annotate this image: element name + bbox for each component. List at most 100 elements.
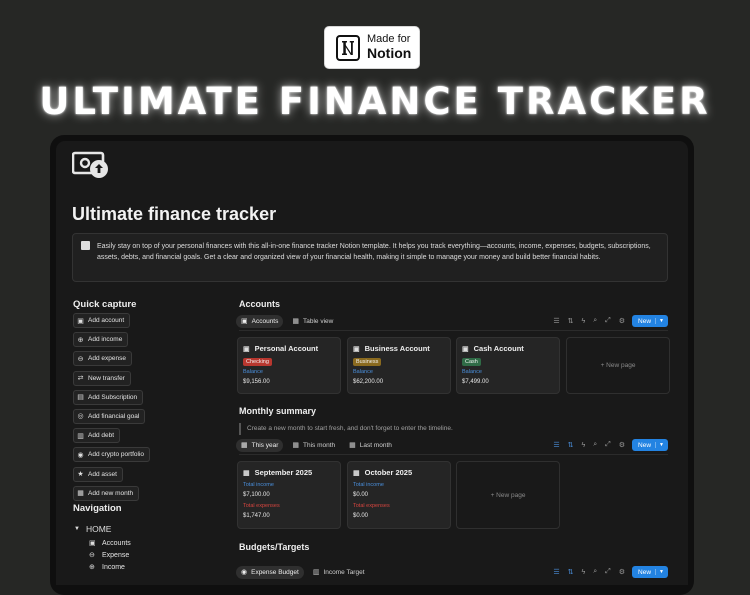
monthly-summary-heading: Monthly summary (239, 406, 317, 416)
accounts-heading: Accounts (239, 299, 281, 309)
add-financial-goal-button[interactable]: ◎ Add financial goal (73, 408, 146, 424)
total-income-label: Total income (243, 482, 274, 488)
expand-icon[interactable]: ⤢ (605, 568, 611, 576)
navigation-tree: ▼ HOME ▣ Accounts ⊖ Expense ⊕ Income (74, 524, 131, 575)
settings-icon[interactable]: ⚙ (619, 317, 625, 325)
tab-this-month[interactable]: ▦ This month (287, 439, 340, 452)
add-debt-button[interactable]: ▥ Add debt (73, 428, 121, 444)
tab-expense-budget[interactable]: ◉ Expense Budget (236, 565, 304, 579)
add-asset-button[interactable]: ★ Add asset (73, 466, 123, 482)
total-income-value: $7,100.00 (243, 492, 270, 498)
expand-icon[interactable]: ⤢ (605, 317, 611, 325)
add-expense-button[interactable]: ⊖ Add expense (73, 351, 132, 367)
search-icon[interactable]: ⌕ (593, 568, 597, 576)
wallet-icon: ▣ (462, 345, 469, 353)
monthly-divider (239, 454, 668, 455)
transfer-icon: ⇄ (77, 375, 84, 383)
balance-label: Balance (353, 369, 373, 375)
filter-icon[interactable]: ☰ (553, 317, 559, 325)
monthly-new-button[interactable]: New ▼ (632, 439, 668, 451)
chevron-down-icon[interactable]: ▼ (655, 442, 664, 448)
tab-accounts[interactable]: ▣ Accounts (236, 314, 284, 328)
account-type-tag: Business (353, 358, 382, 366)
calendar-icon: ▦ (241, 442, 248, 449)
search-icon[interactable]: ⌕ (593, 441, 597, 449)
monthly-toolbar: ▦ This year ▦ This month ▦ Last month ☰ ⇅ ϟ… (236, 438, 668, 452)
subscription-icon: ▤ (77, 394, 84, 402)
tab-last-month[interactable]: ▦ Last month (344, 439, 397, 452)
balance-value: $62,200.00 (353, 379, 384, 385)
hero-title: ULTIMATE FINANCE TRACKER (39, 80, 711, 123)
total-expenses-value: $0.00 (353, 513, 369, 519)
expand-icon[interactable]: ⤢ (605, 441, 611, 449)
account-card[interactable]: ▣ Personal Account Checking Balance $9,15… (237, 337, 341, 394)
monthly-note: Create a new month to start fresh, and d… (239, 423, 453, 435)
sort-icon[interactable]: ⇅ (568, 441, 574, 449)
settings-icon[interactable]: ⚙ (619, 568, 625, 576)
account-card[interactable]: ▣ Business Account Business Balance $62,2… (347, 337, 451, 394)
nav-home[interactable]: ▼ HOME (74, 524, 131, 534)
account-card[interactable]: ▣ Cash Account Cash Balance $7,499.00 (456, 337, 560, 394)
nav-item-income[interactable]: ⊕ Income (89, 563, 131, 572)
balance-label: Balance (462, 369, 482, 375)
made-for-notion-badge: Made for Notion (324, 26, 420, 69)
wallet-icon: ▣ (353, 345, 360, 353)
tab-income-target[interactable]: ▥ Income Target (308, 566, 370, 579)
accounts-divider (239, 330, 668, 331)
expense-icon: ⊖ (89, 552, 95, 559)
sort-icon[interactable]: ⇅ (568, 317, 574, 325)
month-card[interactable]: ▦ October 2025 Total income $0.00 Total e… (347, 461, 451, 529)
tab-table-view[interactable]: ▦ Table view (287, 315, 338, 328)
sort-icon[interactable]: ⇅ (568, 568, 574, 576)
accounts-new-button[interactable]: New ▼ (632, 315, 668, 327)
page-title: Ultimate finance tracker (72, 204, 277, 224)
total-expenses-value: $1,747.00 (243, 513, 270, 519)
calendar-icon: ▦ (349, 442, 356, 449)
settings-icon[interactable]: ⚙ (619, 441, 625, 449)
total-expenses-label: Total expenses (243, 503, 280, 509)
month-card[interactable]: ▦ September 2025 Total income $7,100.00 T… (237, 461, 341, 529)
chevron-down-icon[interactable]: ▼ (655, 318, 664, 324)
add-crypto-portfolio-button[interactable]: ◉ Add crypto portfolio (73, 447, 151, 463)
add-income-button[interactable]: ⊕ Add income (73, 332, 129, 348)
add-account-button[interactable]: ▣ Add account (73, 313, 131, 328)
lightning-icon[interactable]: ϟ (582, 442, 586, 449)
filter-icon[interactable]: ☰ (553, 568, 559, 576)
new-transfer-button[interactable]: ⇄ New transfer (73, 370, 131, 386)
crypto-icon: ◉ (77, 451, 84, 459)
search-icon[interactable]: ⌕ (593, 317, 597, 325)
accounts-toolbar: ▣ Accounts ▦ Table view ☰ ⇅ ϟ ⌕ ⤢ ⚙ New ▼ (236, 314, 668, 328)
table-icon: ▦ (292, 318, 299, 325)
gallery-icon: ▣ (241, 318, 248, 325)
account-type-tag: Cash (462, 358, 481, 366)
triangle-down-icon[interactable]: ▼ (74, 526, 80, 532)
wallet-icon: ▣ (89, 540, 96, 547)
monthly-new-page[interactable]: + New page (456, 461, 560, 529)
lightning-icon[interactable]: ϟ (582, 569, 586, 576)
income-icon: ⊕ (77, 336, 84, 344)
star-icon: ★ (77, 471, 84, 478)
balance-value: $9,156.00 (243, 379, 270, 385)
chevron-down-icon[interactable]: ▼ (655, 569, 664, 575)
debt-icon: ▥ (77, 432, 84, 440)
accounts-new-page[interactable]: + New page (566, 337, 670, 394)
add-new-month-button[interactable]: ▦ Add new month (73, 485, 140, 501)
budgets-heading: Budgets/Targets (239, 542, 310, 552)
notion-logo-icon (335, 34, 361, 62)
filter-icon[interactable]: ☰ (553, 441, 559, 449)
calendar-icon: ▦ (292, 442, 299, 449)
total-expenses-label: Total expenses (353, 503, 390, 509)
tab-this-year[interactable]: ▦ This year (236, 438, 284, 452)
income-icon: ⊕ (89, 564, 95, 571)
balance-label: Balance (243, 369, 263, 375)
total-income-value: $0.00 (353, 492, 369, 498)
total-income-label: Total income (353, 482, 384, 488)
nav-item-accounts[interactable]: ▣ Accounts (89, 539, 131, 548)
budgets-toolbar: ◉ Expense Budget ▥ Income Target ☰ ⇅ ϟ ⌕ ⤢… (236, 565, 668, 579)
lightning-icon[interactable]: ϟ (582, 318, 586, 325)
budgets-new-button[interactable]: New ▼ (632, 566, 668, 578)
quick-capture-list: ▣ Add account ⊕ Add income ⊖ Add expense ⇄ N… (73, 313, 151, 505)
add-subscription-button[interactable]: ▤ Add Subscription (73, 389, 144, 405)
notion-page: Ultimate finance tracker Easily stay on … (56, 141, 688, 585)
nav-item-expense[interactable]: ⊖ Expense (89, 551, 131, 560)
